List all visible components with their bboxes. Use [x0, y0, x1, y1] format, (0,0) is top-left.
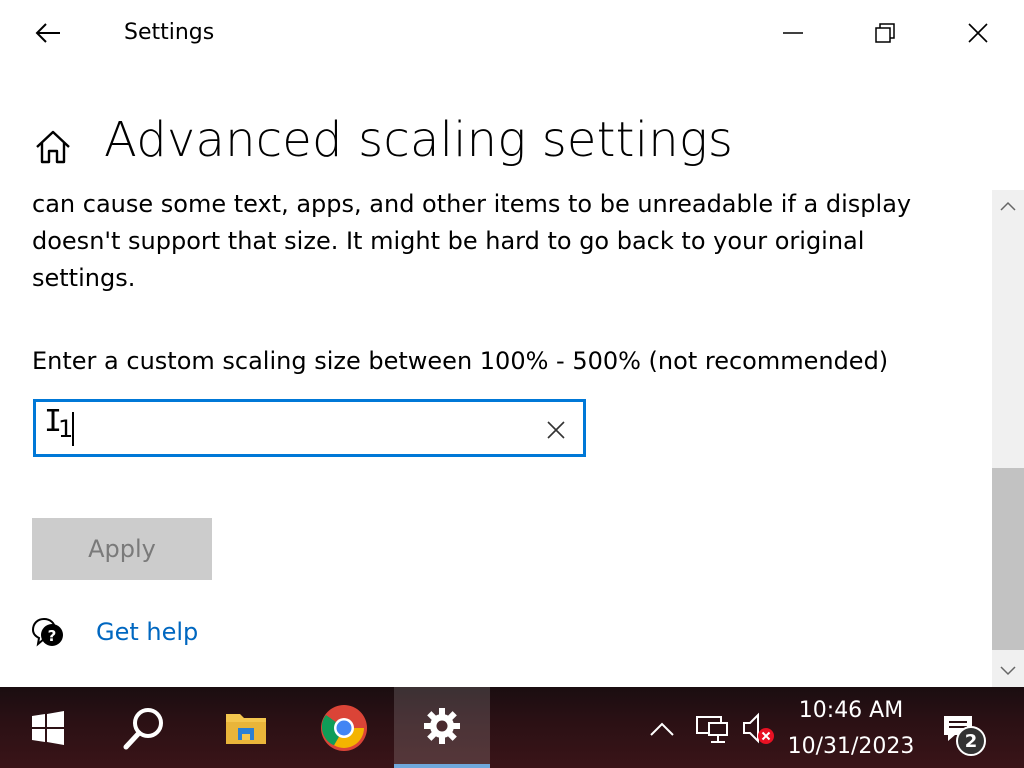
volume-button[interactable] [740, 711, 776, 747]
show-hidden-icons-button[interactable] [646, 713, 678, 745]
taskbar-settings[interactable] [394, 687, 490, 768]
home-button[interactable] [30, 124, 76, 170]
chevron-up-icon [650, 722, 674, 736]
restore-button[interactable] [862, 10, 908, 56]
title-bar: Settings [0, 0, 1024, 66]
clear-input-button[interactable] [541, 415, 571, 445]
taskbar-file-explorer[interactable] [198, 687, 294, 768]
notification-count-badge: 2 [956, 726, 986, 756]
taskbar-clock[interactable]: 10:46 AM 10/31/2023 [784, 692, 918, 764]
home-icon [36, 130, 70, 164]
window-title: Settings [124, 20, 215, 45]
start-icon [32, 710, 64, 745]
get-help-link[interactable]: Get help [96, 618, 198, 646]
search-icon [123, 707, 163, 749]
close-button[interactable] [955, 10, 1001, 56]
network-button[interactable] [692, 711, 732, 747]
back-arrow-icon [35, 23, 60, 43]
help-chat-icon: ? [31, 617, 63, 647]
minimize-icon [783, 32, 803, 34]
custom-scaling-input[interactable] [46, 412, 538, 446]
start-button[interactable] [0, 687, 96, 768]
minimize-button[interactable] [770, 10, 816, 56]
custom-scaling-label: Enter a custom scaling size between 100%… [32, 347, 889, 375]
vertical-scrollbar[interactable] [992, 190, 1024, 687]
scaling-warning-text: can cause some text, apps, and other ite… [32, 190, 912, 292]
taskbar-chrome[interactable] [296, 687, 392, 768]
clock-time: 10:46 AM [798, 698, 904, 723]
close-icon [968, 23, 988, 43]
scrollbar-thumb[interactable] [992, 468, 1024, 650]
network-icon [696, 716, 728, 743]
ibeam-cursor-icon: I [44, 404, 63, 439]
get-help-row[interactable]: ? Get help [30, 608, 198, 656]
apply-button[interactable]: Apply [32, 518, 212, 580]
restore-icon [875, 23, 895, 43]
chrome-icon [321, 704, 367, 751]
svg-text:?: ? [48, 627, 57, 645]
volume-muted-icon [743, 712, 774, 744]
settings-icon [424, 707, 460, 744]
scroll-down-button[interactable] [992, 655, 1024, 687]
chevron-down-icon [1000, 666, 1016, 676]
text-caret [72, 412, 74, 446]
scroll-up-button[interactable] [992, 190, 1024, 222]
page-title: Advanced scaling settings [104, 112, 734, 168]
chevron-up-icon [1000, 201, 1016, 211]
back-button[interactable] [22, 12, 74, 54]
search-button[interactable] [96, 687, 192, 768]
clear-icon [547, 421, 565, 439]
file-explorer-icon [226, 713, 266, 744]
clock-date: 10/31/2023 [787, 734, 915, 759]
custom-scaling-field[interactable]: I [33, 399, 586, 457]
